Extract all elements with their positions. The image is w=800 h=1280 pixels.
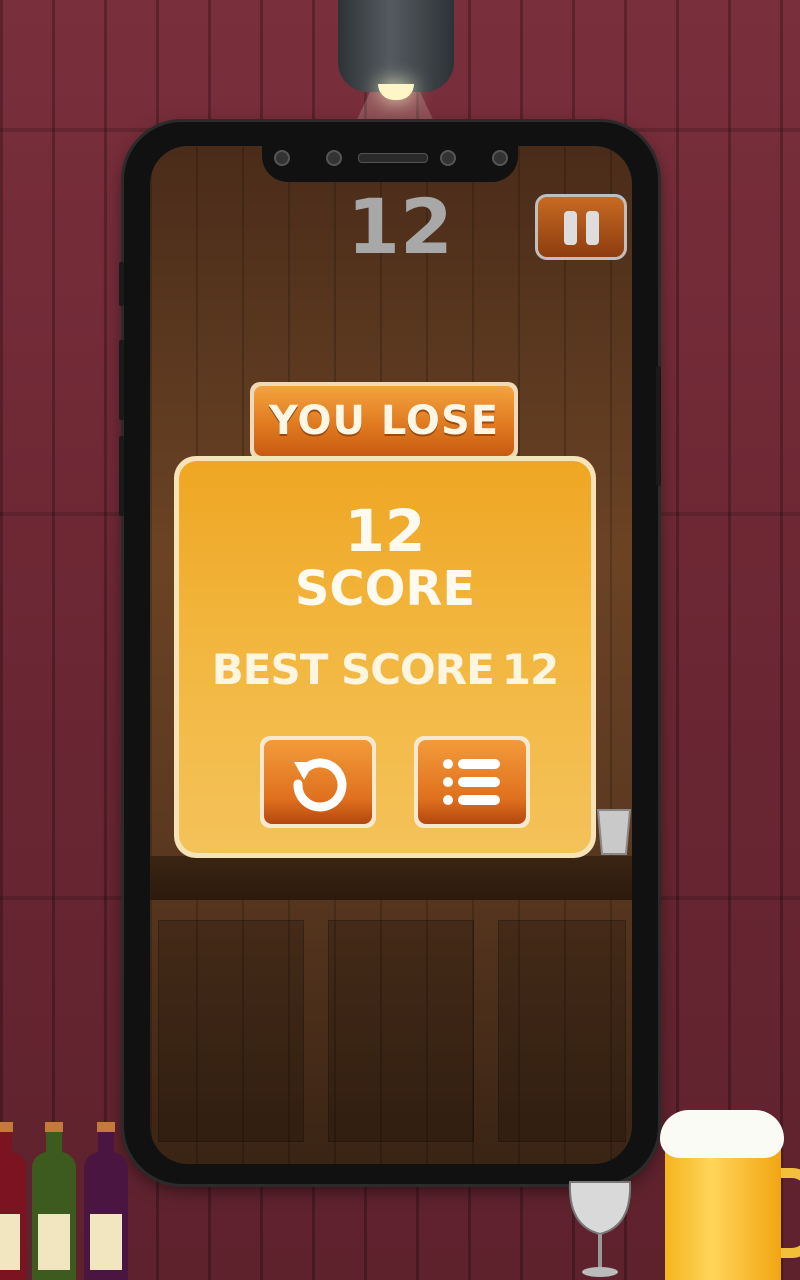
best-score-label: BEST SCORE — [211, 645, 495, 694]
phone-volume-button — [119, 436, 124, 516]
final-score: 12 — [344, 497, 426, 565]
wine-bottle — [32, 1122, 76, 1280]
phone-volume-button — [119, 262, 124, 306]
pause-button[interactable] — [535, 194, 627, 260]
phone-volume-button — [119, 340, 124, 420]
game-over-panel: 12 SCORE BEST SCORE 12 — [174, 456, 596, 858]
ceiling-lamp — [338, 0, 454, 92]
cabinet-door — [158, 920, 304, 1142]
beer-mug — [665, 1140, 781, 1280]
menu-icon — [443, 759, 500, 805]
pause-icon — [586, 211, 599, 245]
cup-icon — [596, 809, 632, 855]
best-score-value: 12 — [501, 645, 559, 694]
score-label: SCORE — [294, 561, 476, 617]
wine-bottle — [0, 1122, 26, 1280]
earpiece-speaker — [358, 153, 428, 163]
result-banner: YOU LOSE — [250, 382, 518, 460]
restart-icon — [293, 758, 347, 812]
beer-foam — [660, 1110, 784, 1158]
wine-bottle — [84, 1122, 128, 1280]
sensor — [326, 150, 342, 166]
result-title: YOU LOSE — [254, 386, 514, 456]
sensor — [492, 150, 508, 166]
front-camera — [274, 150, 290, 166]
pause-icon — [564, 211, 577, 245]
sensor — [440, 150, 456, 166]
bar-shelf — [150, 856, 632, 900]
best-score: BEST SCORE 12 — [179, 645, 591, 694]
current-score: 12 — [347, 182, 453, 271]
menu-button[interactable] — [414, 736, 530, 828]
phone-power-button — [656, 366, 661, 486]
wine-glass-icon — [568, 1181, 632, 1277]
cabinet-door — [498, 920, 626, 1142]
cabinet-door — [328, 920, 474, 1142]
restart-button[interactable] — [260, 736, 376, 828]
